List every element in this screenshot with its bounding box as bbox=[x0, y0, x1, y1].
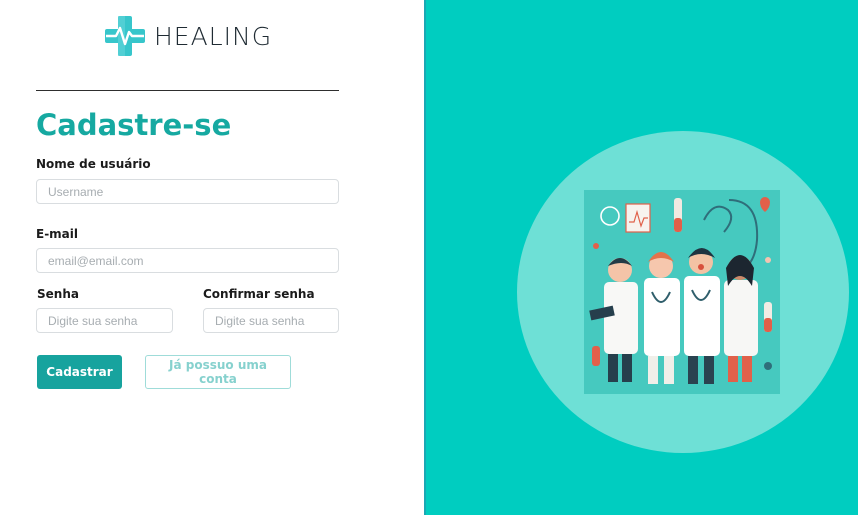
page-title: Cadastre-se bbox=[36, 108, 232, 142]
confirm-password-label: Confirmar senha bbox=[203, 287, 315, 301]
doctors-team-illustration bbox=[584, 190, 780, 394]
password-label: Senha bbox=[37, 287, 79, 301]
login-link-button[interactable]: Já possuo uma conta bbox=[145, 355, 291, 389]
email-input[interactable] bbox=[36, 248, 339, 273]
medical-cross-heartbeat-icon bbox=[105, 16, 145, 56]
brand-logo: HEALING bbox=[104, 15, 272, 57]
brand-name: HEALING bbox=[154, 21, 273, 51]
register-button[interactable]: Cadastrar bbox=[37, 355, 122, 389]
header-divider bbox=[36, 90, 339, 91]
password-input[interactable] bbox=[36, 308, 173, 333]
signup-panel: HEALING Cadastre-se Nome de usuário E-ma… bbox=[0, 0, 425, 515]
username-label: Nome de usuário bbox=[36, 157, 151, 171]
username-input[interactable] bbox=[36, 179, 339, 204]
confirm-password-input[interactable] bbox=[203, 308, 339, 333]
email-label: E-mail bbox=[36, 227, 79, 241]
